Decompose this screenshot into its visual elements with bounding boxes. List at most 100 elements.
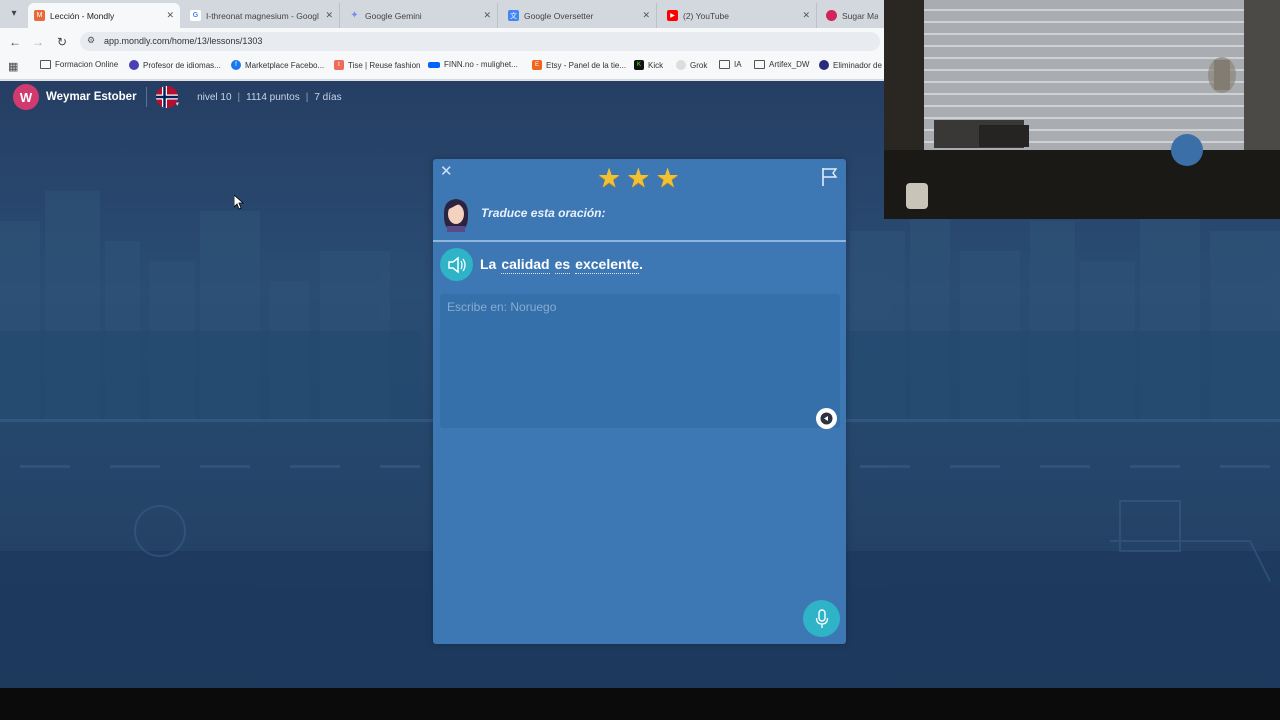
sentence-word: La [480, 256, 497, 272]
close-icon[interactable]: ✕ [440, 163, 453, 181]
star-icon: ★ [626, 163, 651, 193]
card-divider [433, 240, 846, 242]
hint-word[interactable]: excelente [575, 256, 639, 274]
tab-strip: ▾ M Lección - Mondly ✕ G I-threonat magn… [0, 0, 884, 28]
user-bar: W Weymar Estober ▾ nivel 10 | 1114 punto… [13, 84, 342, 110]
google-icon: G [190, 10, 201, 21]
taskbar-strip [0, 688, 1280, 720]
bookmark-profesor[interactable]: Profesor de idiomas... [129, 60, 221, 70]
tise-icon: t [334, 60, 344, 70]
tab-leccion-mondly[interactable]: M Lección - Mondly ✕ [28, 3, 180, 28]
keyboard-toggle-icon[interactable] [816, 408, 837, 429]
star-icon: ★ [597, 163, 622, 193]
tab-search-icon[interactable]: ▾ [6, 6, 22, 22]
bookmark-eliminador[interactable]: Eliminador de [819, 60, 882, 70]
bookmark-ia[interactable]: IA [719, 60, 742, 69]
points-text: 1114 puntos [246, 91, 300, 103]
webcam-overlay [884, 0, 1280, 219]
bookmark-label: Tise | Reuse fashion [348, 60, 421, 70]
tab-title: Google Gemini [365, 10, 422, 21]
folder-icon [40, 60, 51, 69]
divider [145, 87, 147, 107]
gemini-icon: ✦ [350, 10, 359, 21]
hint-word[interactable]: es [554, 256, 571, 274]
instruction-text: Traduce esta oración: [481, 206, 606, 220]
report-flag-icon[interactable] [821, 167, 839, 187]
source-sentence: La calidad es excelente. [480, 256, 643, 274]
user-name[interactable]: Weymar Estober [46, 91, 137, 103]
bookmark-marketplace[interactable]: f Marketplace Facebo... [231, 60, 324, 70]
tab-title: I-threonat magnesium - Googl [206, 10, 319, 21]
user-stats: nivel 10 | 1114 puntos | 7 días [197, 91, 342, 103]
speaker-icon[interactable] [440, 248, 473, 281]
answer-input[interactable] [440, 294, 840, 428]
tab-sugar-mam[interactable]: Sugar Mam [820, 3, 884, 28]
tab-youtube[interactable]: ▶ (2) YouTube ✕ [661, 3, 817, 28]
star-icon: ★ [655, 163, 680, 193]
tab-google-oversetter[interactable]: 文 Google Oversetter ✕ [502, 3, 657, 28]
grok-icon [676, 60, 686, 70]
bookmark-label: Grok [690, 60, 708, 70]
mondly-icon: M [34, 10, 45, 21]
microphone-icon [815, 608, 828, 628]
address-bar-row: ← → ↻ ⚙ app.mondly.com/home/13/lessons/1… [0, 28, 884, 55]
browser-window: ▾ M Lección - Mondly ✕ G I-threonat magn… [0, 0, 884, 81]
level-text: nivel 10 [197, 91, 232, 103]
close-tab-icon[interactable]: ✕ [802, 10, 810, 21]
mouse-cursor-icon [234, 195, 244, 210]
apps-grid-icon[interactable]: ▦ [8, 60, 18, 73]
address-bar[interactable]: ⚙ app.mondly.com/home/13/lessons/1303 [80, 32, 880, 51]
tab-google-search[interactable]: G I-threonat magnesium - Googl ✕ [184, 3, 340, 28]
webcam-feed-image [884, 0, 1280, 219]
bookmark-kick[interactable]: K Kick [634, 60, 663, 70]
tab-title: Google Oversetter [524, 10, 594, 21]
bookmark-formacion-online[interactable]: Formacion Online [40, 60, 118, 69]
bookmark-label: Marketplace Facebo... [245, 60, 325, 70]
bookmark-label: Eliminador de [833, 60, 882, 70]
avatar[interactable]: W [13, 84, 39, 110]
finn-icon [428, 61, 440, 68]
url-text[interactable]: app.mondly.com/home/13/lessons/1303 [104, 36, 262, 46]
reload-icon[interactable]: ↻ [54, 34, 70, 50]
tutor-avatar-icon [443, 199, 469, 232]
close-tab-icon[interactable]: ✕ [642, 10, 650, 21]
bookmark-label: Etsy - Panel de la tie... [546, 60, 627, 70]
youtube-icon: ▶ [667, 10, 678, 21]
facebook-icon: f [231, 60, 241, 70]
bookmark-label: Profesor de idiomas... [143, 60, 221, 70]
hint-word[interactable]: calidad [501, 256, 550, 274]
norway-flag-icon[interactable] [155, 86, 178, 108]
bookmark-label: IA [734, 60, 742, 69]
eliminador-icon [819, 60, 829, 70]
bookmark-tise[interactable]: t Tise | Reuse fashion [334, 60, 420, 70]
bookmark-etsy[interactable]: E Etsy - Panel de la tie... [532, 60, 626, 70]
bookmark-label: Formacion Online [55, 60, 119, 69]
folder-icon [754, 60, 765, 69]
bookmark-artifex[interactable]: Artifex_DW [754, 60, 809, 69]
star-rating: ★ ★ ★ [597, 164, 680, 192]
close-tab-icon[interactable]: ✕ [325, 10, 333, 21]
etsy-icon: E [532, 60, 542, 70]
kick-icon: K [634, 60, 644, 70]
folder-icon [719, 60, 730, 69]
bookmark-label: FINN.no - mulighet... [444, 60, 518, 69]
bookmark-finn[interactable]: FINN.no - mulighet... [428, 60, 518, 69]
microphone-button[interactable] [803, 600, 840, 637]
avatar-initial: W [19, 89, 33, 105]
lesson-card: ✕ ★ ★ ★ Traduce esta oración: La calidad… [433, 159, 846, 644]
tab-google-gemini[interactable]: ✦ Google Gemini ✕ [343, 3, 498, 28]
forward-arrow-icon[interactable]: → [30, 34, 46, 50]
tab-title: Lección - Mondly [50, 10, 115, 21]
bookmark-grok[interactable]: Grok [676, 60, 707, 70]
bookmark-label: Artifex_DW [769, 60, 810, 69]
bookmarks-bar: ▦ Formacion Online Profesor de idiomas..… [0, 55, 884, 80]
sugar-icon [826, 10, 837, 21]
translate-icon: 文 [508, 10, 519, 21]
streak-text: 7 días [314, 91, 342, 103]
close-tab-icon[interactable]: ✕ [483, 10, 491, 21]
site-info-icon[interactable]: ⚙ [87, 35, 95, 46]
tab-title: (2) YouTube [683, 10, 729, 21]
back-arrow-icon[interactable]: ← [7, 34, 23, 50]
close-tab-icon[interactable]: ✕ [166, 10, 174, 21]
tab-title: Sugar Mam [842, 10, 878, 21]
